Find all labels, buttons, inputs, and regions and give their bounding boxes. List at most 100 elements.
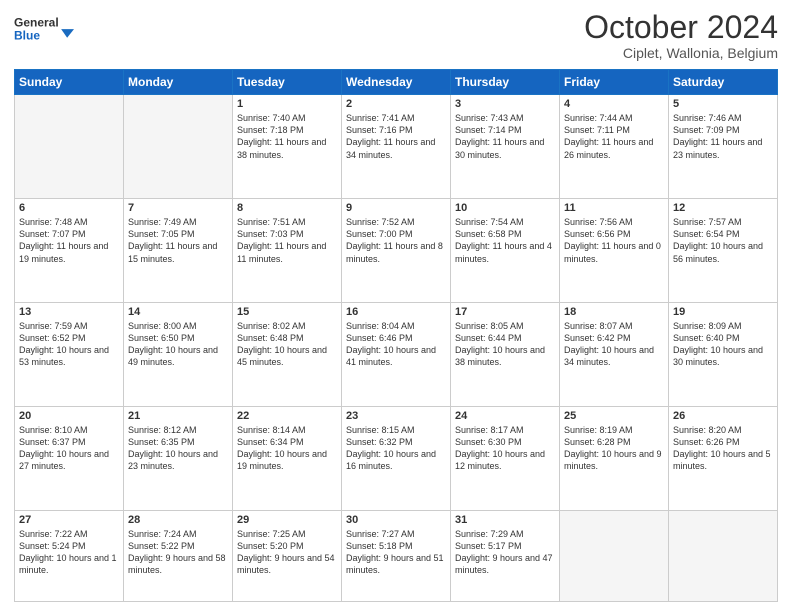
day-info: Sunrise: 8:14 AMSunset: 6:34 PMDaylight:… bbox=[237, 424, 337, 473]
day-info: Sunrise: 8:02 AMSunset: 6:48 PMDaylight:… bbox=[237, 320, 337, 369]
calendar-day-cell: 20 Sunrise: 8:10 AMSunset: 6:37 PMDaylig… bbox=[15, 406, 124, 510]
calendar-day-cell: 9 Sunrise: 7:52 AMSunset: 7:00 PMDayligh… bbox=[342, 199, 451, 303]
calendar-day-cell: 11 Sunrise: 7:56 AMSunset: 6:56 PMDaylig… bbox=[560, 199, 669, 303]
calendar-day-cell: 29 Sunrise: 7:25 AMSunset: 5:20 PMDaylig… bbox=[233, 510, 342, 601]
calendar-day-header: Monday bbox=[124, 70, 233, 95]
day-number: 21 bbox=[128, 410, 228, 422]
day-info: Sunrise: 8:19 AMSunset: 6:28 PMDaylight:… bbox=[564, 424, 664, 473]
day-number: 17 bbox=[455, 306, 555, 318]
calendar-day-cell: 16 Sunrise: 8:04 AMSunset: 6:46 PMDaylig… bbox=[342, 302, 451, 406]
day-info: Sunrise: 8:04 AMSunset: 6:46 PMDaylight:… bbox=[346, 320, 446, 369]
day-info: Sunrise: 8:10 AMSunset: 6:37 PMDaylight:… bbox=[19, 424, 119, 473]
calendar-day-cell: 10 Sunrise: 7:54 AMSunset: 6:58 PMDaylig… bbox=[451, 199, 560, 303]
calendar-day-cell: 8 Sunrise: 7:51 AMSunset: 7:03 PMDayligh… bbox=[233, 199, 342, 303]
calendar-day-cell: 27 Sunrise: 7:22 AMSunset: 5:24 PMDaylig… bbox=[15, 510, 124, 601]
calendar-week-row: 6 Sunrise: 7:48 AMSunset: 7:07 PMDayligh… bbox=[15, 199, 778, 303]
calendar-day-cell: 30 Sunrise: 7:27 AMSunset: 5:18 PMDaylig… bbox=[342, 510, 451, 601]
day-number: 7 bbox=[128, 202, 228, 214]
calendar-day-cell: 13 Sunrise: 7:59 AMSunset: 6:52 PMDaylig… bbox=[15, 302, 124, 406]
calendar-table: SundayMondayTuesdayWednesdayThursdayFrid… bbox=[14, 69, 778, 602]
day-info: Sunrise: 7:22 AMSunset: 5:24 PMDaylight:… bbox=[19, 528, 119, 577]
day-number: 13 bbox=[19, 306, 119, 318]
day-number: 14 bbox=[128, 306, 228, 318]
calendar-day-cell: 1 Sunrise: 7:40 AMSunset: 7:18 PMDayligh… bbox=[233, 95, 342, 199]
day-info: Sunrise: 7:41 AMSunset: 7:16 PMDaylight:… bbox=[346, 112, 446, 161]
calendar-day-cell: 3 Sunrise: 7:43 AMSunset: 7:14 PMDayligh… bbox=[451, 95, 560, 199]
day-number: 22 bbox=[237, 410, 337, 422]
calendar-week-row: 1 Sunrise: 7:40 AMSunset: 7:18 PMDayligh… bbox=[15, 95, 778, 199]
day-info: Sunrise: 8:05 AMSunset: 6:44 PMDaylight:… bbox=[455, 320, 555, 369]
day-info: Sunrise: 7:54 AMSunset: 6:58 PMDaylight:… bbox=[455, 216, 555, 265]
calendar-header-row: SundayMondayTuesdayWednesdayThursdayFrid… bbox=[15, 70, 778, 95]
day-info: Sunrise: 7:56 AMSunset: 6:56 PMDaylight:… bbox=[564, 216, 664, 265]
calendar-day-cell: 6 Sunrise: 7:48 AMSunset: 7:07 PMDayligh… bbox=[15, 199, 124, 303]
calendar-day-cell: 31 Sunrise: 7:29 AMSunset: 5:17 PMDaylig… bbox=[451, 510, 560, 601]
calendar-day-cell: 14 Sunrise: 8:00 AMSunset: 6:50 PMDaylig… bbox=[124, 302, 233, 406]
day-info: Sunrise: 7:25 AMSunset: 5:20 PMDaylight:… bbox=[237, 528, 337, 577]
day-info: Sunrise: 7:49 AMSunset: 7:05 PMDaylight:… bbox=[128, 216, 228, 265]
calendar-day-cell: 19 Sunrise: 8:09 AMSunset: 6:40 PMDaylig… bbox=[669, 302, 778, 406]
day-info: Sunrise: 7:24 AMSunset: 5:22 PMDaylight:… bbox=[128, 528, 228, 577]
calendar-week-row: 20 Sunrise: 8:10 AMSunset: 6:37 PMDaylig… bbox=[15, 406, 778, 510]
day-info: Sunrise: 7:57 AMSunset: 6:54 PMDaylight:… bbox=[673, 216, 773, 265]
calendar-day-header: Tuesday bbox=[233, 70, 342, 95]
header: General Blue October 2024 Ciplet, Wallon… bbox=[14, 10, 778, 61]
month-title: October 2024 bbox=[584, 10, 778, 45]
page: General Blue October 2024 Ciplet, Wallon… bbox=[0, 0, 792, 612]
calendar-day-cell: 17 Sunrise: 8:05 AMSunset: 6:44 PMDaylig… bbox=[451, 302, 560, 406]
day-info: Sunrise: 7:48 AMSunset: 7:07 PMDaylight:… bbox=[19, 216, 119, 265]
calendar-day-cell bbox=[560, 510, 669, 601]
day-number: 15 bbox=[237, 306, 337, 318]
day-number: 26 bbox=[673, 410, 773, 422]
day-number: 1 bbox=[237, 98, 337, 110]
day-number: 30 bbox=[346, 514, 446, 526]
calendar-day-header: Thursday bbox=[451, 70, 560, 95]
logo-svg: General Blue bbox=[14, 10, 74, 50]
calendar-day-cell: 24 Sunrise: 8:17 AMSunset: 6:30 PMDaylig… bbox=[451, 406, 560, 510]
day-number: 6 bbox=[19, 202, 119, 214]
calendar-day-header: Friday bbox=[560, 70, 669, 95]
day-info: Sunrise: 8:15 AMSunset: 6:32 PMDaylight:… bbox=[346, 424, 446, 473]
day-info: Sunrise: 8:17 AMSunset: 6:30 PMDaylight:… bbox=[455, 424, 555, 473]
calendar-day-cell: 21 Sunrise: 8:12 AMSunset: 6:35 PMDaylig… bbox=[124, 406, 233, 510]
day-info: Sunrise: 7:59 AMSunset: 6:52 PMDaylight:… bbox=[19, 320, 119, 369]
day-info: Sunrise: 8:07 AMSunset: 6:42 PMDaylight:… bbox=[564, 320, 664, 369]
day-info: Sunrise: 7:43 AMSunset: 7:14 PMDaylight:… bbox=[455, 112, 555, 161]
day-info: Sunrise: 7:40 AMSunset: 7:18 PMDaylight:… bbox=[237, 112, 337, 161]
calendar-day-cell: 7 Sunrise: 7:49 AMSunset: 7:05 PMDayligh… bbox=[124, 199, 233, 303]
calendar-day-cell bbox=[124, 95, 233, 199]
calendar-day-cell: 5 Sunrise: 7:46 AMSunset: 7:09 PMDayligh… bbox=[669, 95, 778, 199]
day-number: 27 bbox=[19, 514, 119, 526]
calendar-day-header: Saturday bbox=[669, 70, 778, 95]
day-info: Sunrise: 8:09 AMSunset: 6:40 PMDaylight:… bbox=[673, 320, 773, 369]
title-area: October 2024 Ciplet, Wallonia, Belgium bbox=[584, 10, 778, 61]
day-number: 24 bbox=[455, 410, 555, 422]
day-number: 5 bbox=[673, 98, 773, 110]
day-number: 12 bbox=[673, 202, 773, 214]
day-info: Sunrise: 8:00 AMSunset: 6:50 PMDaylight:… bbox=[128, 320, 228, 369]
day-number: 11 bbox=[564, 202, 664, 214]
calendar-day-cell: 28 Sunrise: 7:24 AMSunset: 5:22 PMDaylig… bbox=[124, 510, 233, 601]
calendar-day-cell: 15 Sunrise: 8:02 AMSunset: 6:48 PMDaylig… bbox=[233, 302, 342, 406]
calendar-day-cell: 25 Sunrise: 8:19 AMSunset: 6:28 PMDaylig… bbox=[560, 406, 669, 510]
svg-text:Blue: Blue bbox=[14, 28, 40, 42]
day-number: 16 bbox=[346, 306, 446, 318]
day-number: 19 bbox=[673, 306, 773, 318]
day-number: 3 bbox=[455, 98, 555, 110]
day-number: 28 bbox=[128, 514, 228, 526]
subtitle: Ciplet, Wallonia, Belgium bbox=[584, 45, 778, 61]
calendar-day-cell: 22 Sunrise: 8:14 AMSunset: 6:34 PMDaylig… bbox=[233, 406, 342, 510]
day-number: 9 bbox=[346, 202, 446, 214]
calendar-day-cell: 12 Sunrise: 7:57 AMSunset: 6:54 PMDaylig… bbox=[669, 199, 778, 303]
day-number: 23 bbox=[346, 410, 446, 422]
day-number: 4 bbox=[564, 98, 664, 110]
day-number: 25 bbox=[564, 410, 664, 422]
calendar-day-header: Sunday bbox=[15, 70, 124, 95]
calendar-day-cell: 23 Sunrise: 8:15 AMSunset: 6:32 PMDaylig… bbox=[342, 406, 451, 510]
calendar-day-header: Wednesday bbox=[342, 70, 451, 95]
calendar-day-cell: 26 Sunrise: 8:20 AMSunset: 6:26 PMDaylig… bbox=[669, 406, 778, 510]
day-number: 2 bbox=[346, 98, 446, 110]
day-info: Sunrise: 8:20 AMSunset: 6:26 PMDaylight:… bbox=[673, 424, 773, 473]
day-info: Sunrise: 8:12 AMSunset: 6:35 PMDaylight:… bbox=[128, 424, 228, 473]
calendar-day-cell: 18 Sunrise: 8:07 AMSunset: 6:42 PMDaylig… bbox=[560, 302, 669, 406]
